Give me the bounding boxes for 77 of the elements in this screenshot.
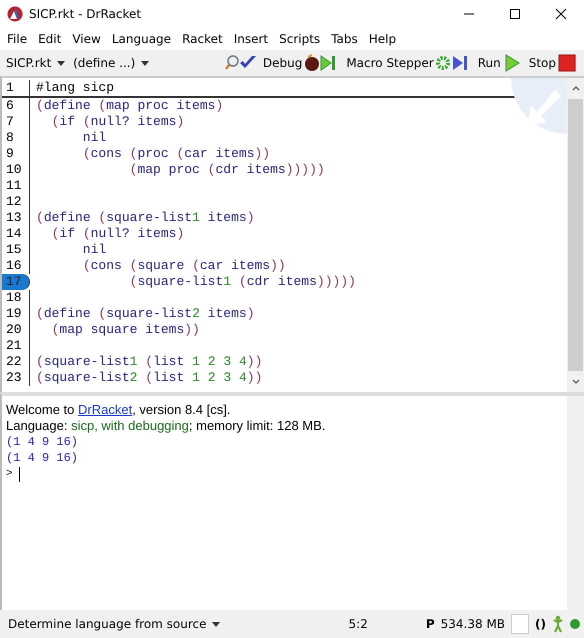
- menu-item[interactable]: Racket: [177, 32, 229, 46]
- caret-icon: [141, 61, 150, 66]
- menu-item[interactable]: View: [67, 32, 107, 46]
- line-number: 8: [2, 130, 30, 146]
- line-number: 17: [2, 274, 30, 290]
- drracket-link[interactable]: DrRacket: [78, 402, 132, 417]
- maximize-icon[interactable]: [509, 8, 521, 20]
- menu-item[interactable]: Edit: [33, 32, 68, 46]
- code-line: nil: [82, 130, 106, 146]
- code-line: (cons (square (car items)): [82, 258, 286, 274]
- toolbar-button[interactable]: Stop: [524, 54, 580, 72]
- definitions-dropdown[interactable]: (define ...): [69, 54, 154, 72]
- line-number: 13: [2, 210, 30, 226]
- code-line: (define (square-list2 items): [36, 306, 254, 322]
- app-logo-icon: [7, 6, 23, 22]
- language-text: Language: sicp, with debugging; memory limit: 128 MB.: [6, 418, 326, 434]
- line-number: 22: [2, 354, 30, 370]
- close-icon[interactable]: [555, 8, 567, 20]
- code-line: (define (square-list1 items): [36, 210, 254, 226]
- line-number: 10: [2, 162, 30, 178]
- code-line: (if (null? items): [50, 114, 184, 130]
- file-dropdown[interactable]: SICP.rkt: [2, 54, 70, 72]
- toolbar-button[interactable]: Macro Stepper: [342, 54, 474, 72]
- scrollbar[interactable]: [567, 396, 584, 610]
- check-syntax-icon[interactable]: [224, 54, 259, 72]
- line-number: 11: [2, 178, 30, 194]
- menu-item[interactable]: Insert: [228, 32, 274, 46]
- code-line: (cons (proc (car items)): [82, 146, 270, 162]
- scrollbar[interactable]: [567, 78, 584, 392]
- parens-indicator: (): [535, 617, 546, 631]
- line-number: 1: [2, 80, 30, 96]
- code-line: (square-list1 (list 1 2 3 4)): [36, 354, 262, 370]
- line-number: 12: [2, 194, 30, 210]
- welcome-text: Welcome to DrRacket, version 8.4 [cs].: [6, 402, 232, 418]
- code-line: (map proc (cdr items))))): [128, 162, 325, 178]
- line-number: 19: [2, 306, 30, 322]
- language-dropdown[interactable]: Determine language from source: [4, 615, 224, 633]
- stop-icon: [558, 54, 576, 72]
- line-number: 20: [2, 322, 30, 338]
- gc-box: [511, 614, 530, 634]
- mode-indicator: P: [426, 617, 435, 631]
- gear-play-icon: [436, 54, 470, 72]
- line-number: 23: [2, 370, 30, 386]
- menu-item[interactable]: Tabs: [326, 32, 364, 46]
- window-title: SICP.rkt - DrRacket: [29, 6, 142, 20]
- menu-item[interactable]: Help: [364, 32, 402, 46]
- caret-icon: [212, 622, 220, 628]
- code-line: #lang sicp: [36, 80, 114, 96]
- menu-item[interactable]: Language: [106, 32, 178, 46]
- code-line: nil: [82, 242, 106, 258]
- scroll-up-icon[interactable]: [572, 86, 580, 91]
- scroll-down-icon[interactable]: [572, 379, 580, 384]
- output-line: (1 4 9 16): [6, 450, 80, 466]
- line-number: 6: [2, 98, 30, 114]
- line-number: 15: [2, 242, 30, 258]
- toolbar-button[interactable]: Debug: [258, 54, 342, 72]
- status-dot-icon: [570, 619, 580, 629]
- line-number: 18: [2, 290, 30, 306]
- toolbar-button[interactable]: Run: [474, 54, 525, 72]
- line-number: 21: [2, 338, 30, 354]
- cursor-position: 5:2: [348, 617, 368, 631]
- caret-icon: [57, 61, 66, 66]
- line-number: 7: [2, 114, 30, 130]
- code-line: (square-list2 (list 1 2 3 4)): [36, 370, 262, 386]
- menu-item[interactable]: Scripts: [274, 32, 326, 46]
- prompt: >: [6, 467, 13, 482]
- code-line: (map square items)): [50, 322, 200, 338]
- line-number: 9: [2, 146, 30, 162]
- code-line: (square-list1 (cdr items))))): [128, 274, 356, 290]
- line-number: 14: [2, 226, 30, 242]
- menu-item[interactable]: File: [2, 32, 34, 46]
- memory-usage: 534.38 MB: [440, 617, 506, 631]
- code-line: (if (null? items): [50, 226, 184, 242]
- walking-figure-icon: [552, 615, 564, 633]
- output-line: (1 4 9 16): [6, 434, 80, 450]
- play-icon: [502, 54, 521, 72]
- code-line: (define (map proc items): [36, 98, 224, 114]
